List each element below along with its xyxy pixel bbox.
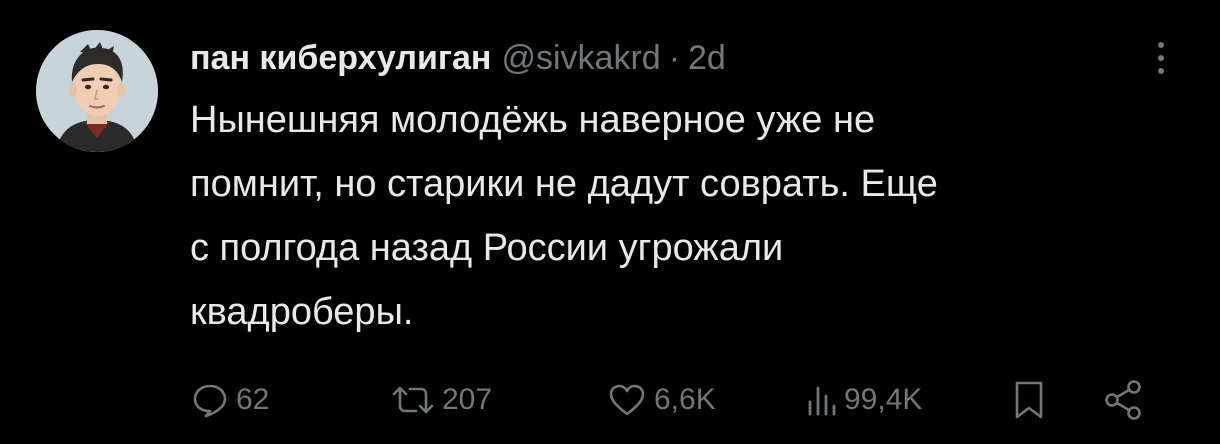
- more-icon: [1158, 42, 1164, 48]
- more-icon-dot: [1158, 55, 1164, 61]
- share-icon: [1102, 378, 1146, 422]
- tweet: пан киберхулиган @sivkakrd · 2d Нынешняя…: [0, 0, 1220, 444]
- share-button[interactable]: [1102, 368, 1146, 432]
- tweet-header: пан киберхулиган @sivkakrd · 2d: [190, 30, 726, 86]
- reply-icon: [190, 380, 230, 420]
- bookmark-button[interactable]: [1012, 368, 1046, 432]
- like-button[interactable]: 6,6K: [606, 368, 716, 432]
- action-bar: 62 207 6,6K 99,4K: [190, 368, 1170, 432]
- bookmark-icon: [1012, 378, 1046, 422]
- avatar-image: [36, 30, 158, 152]
- views-button[interactable]: 99,4K: [804, 368, 922, 432]
- repost-count: 207: [442, 383, 493, 416]
- avatar[interactable]: [36, 30, 158, 152]
- timestamp[interactable]: 2d: [688, 39, 726, 78]
- repost-icon: [390, 380, 436, 420]
- reply-button[interactable]: 62: [190, 368, 269, 432]
- tweet-text: Нынешняя молодёжь наверное уже не помнит…: [190, 99, 938, 333]
- reply-count: 62: [236, 383, 270, 416]
- views-count: 99,4K: [844, 383, 923, 416]
- repost-button[interactable]: 207: [390, 368, 492, 432]
- author-handle[interactable]: @sivkakrd: [501, 39, 660, 78]
- more-icon-dot: [1158, 68, 1164, 74]
- views-icon: [804, 380, 838, 420]
- author-name[interactable]: пан киберхулиган: [190, 39, 491, 78]
- like-count: 6,6K: [654, 383, 716, 416]
- separator-dot: ·: [668, 38, 681, 77]
- more-options-button[interactable]: [1146, 38, 1176, 78]
- heart-icon: [606, 380, 648, 420]
